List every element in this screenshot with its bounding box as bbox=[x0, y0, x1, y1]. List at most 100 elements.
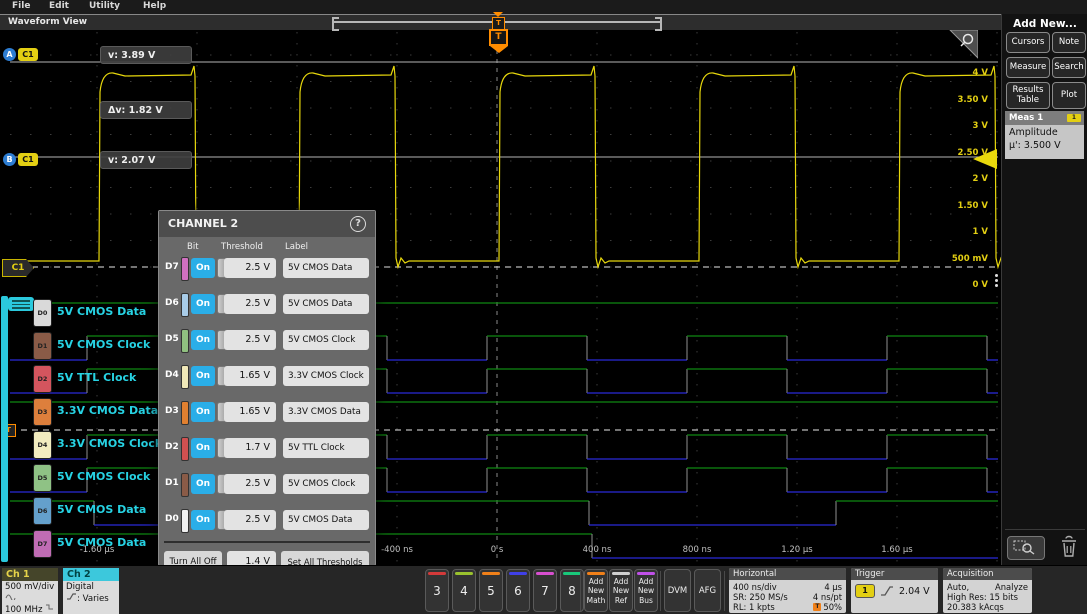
channel-7-button[interactable]: 7 bbox=[533, 569, 557, 612]
dialog-row-d2: D2 On 1.7 V 5V TTL Clock bbox=[159, 435, 375, 461]
bit-label-input[interactable]: 5V CMOS Data bbox=[283, 258, 369, 278]
channel-color-stripe bbox=[455, 572, 473, 575]
afg-button[interactable]: AFG bbox=[694, 569, 721, 612]
bit-on-button[interactable]: On bbox=[191, 330, 215, 350]
digital-bit-badge-d7[interactable]: D7 bbox=[33, 530, 52, 558]
add-new-search-button[interactable]: Search bbox=[1052, 57, 1086, 78]
digital-bit-badge-d1[interactable]: D1 bbox=[33, 332, 52, 360]
dialog-row-d6: D6On2.5 V5V CMOS Data bbox=[159, 291, 375, 317]
channel-3-button[interactable]: 3 bbox=[425, 569, 449, 612]
bit-label-input[interactable]: 3.3V CMOS Clock bbox=[283, 366, 369, 386]
bit-label-input[interactable]: 5V CMOS Data bbox=[283, 510, 369, 530]
channel-number: 7 bbox=[534, 584, 556, 598]
bit-on-button[interactable]: On bbox=[191, 258, 215, 278]
trash-button[interactable] bbox=[1057, 534, 1081, 560]
digital-channel-name-d1[interactable]: 5V CMOS Clock bbox=[57, 338, 150, 351]
menu-item-help[interactable]: Help bbox=[143, 1, 166, 11]
bit-threshold-input[interactable]: 1.65 V bbox=[224, 366, 276, 386]
bit-on-button[interactable]: On bbox=[191, 402, 215, 422]
bit-label-input[interactable]: 5V CMOS Data bbox=[283, 294, 369, 314]
channel-4-button[interactable]: 4 bbox=[452, 569, 476, 612]
cursor-b-channel-badge[interactable]: C1 bbox=[18, 153, 38, 166]
ch1-badge[interactable]: Ch 1 500 mV/div 100 MHz bbox=[2, 568, 58, 614]
bit-label-input[interactable]: 3.3V CMOS Data bbox=[283, 402, 369, 422]
digital-bit-badge-d0[interactable]: D0 bbox=[33, 299, 52, 327]
dialog-row-d1: D1On2.5 V5V CMOS Clock bbox=[159, 471, 375, 497]
digital-group-handle[interactable] bbox=[8, 297, 34, 311]
add-new-bus-button[interactable]: Add New Bus bbox=[634, 569, 658, 612]
bit-threshold-input[interactable]: 1.65 V bbox=[224, 402, 276, 422]
cursor-a-channel-badge[interactable]: C1 bbox=[18, 48, 38, 61]
add-new-math-button[interactable]: Add New Math bbox=[584, 569, 608, 612]
zoom-corner-icon[interactable] bbox=[948, 30, 978, 60]
menu-item-edit[interactable]: Edit bbox=[49, 1, 69, 11]
cursor-b-badge[interactable]: B bbox=[3, 153, 16, 166]
cursor-delta-readout[interactable]: Δv: 1.82 V bbox=[100, 101, 192, 119]
meas1-body[interactable]: Amplitude µ': 3.500 V bbox=[1005, 125, 1084, 159]
trigger-panel[interactable]: Trigger 1 2.04 V bbox=[851, 568, 938, 613]
digital-bit-badge-d4[interactable]: D4 bbox=[33, 431, 52, 459]
digital-channel-name-d3[interactable]: 3.3V CMOS Data bbox=[57, 404, 158, 417]
trigger-flag-tip-icon bbox=[490, 46, 508, 53]
bit-on-button[interactable]: On bbox=[191, 438, 215, 458]
cursor-a-badge[interactable]: A bbox=[3, 48, 16, 61]
add-new-ref-button[interactable]: Add New Ref bbox=[609, 569, 633, 612]
bit-threshold-input[interactable]: 2.5 V bbox=[224, 510, 276, 530]
bit-label: D0 bbox=[165, 514, 179, 524]
digital-bit-badge-d6[interactable]: D6 bbox=[33, 497, 52, 525]
bit-on-button[interactable]: On bbox=[191, 366, 215, 386]
sidebar-divider bbox=[1005, 529, 1085, 530]
bit-label: D4 bbox=[165, 370, 179, 380]
digital-channel-name-d2[interactable]: 5V TTL Clock bbox=[57, 371, 136, 384]
meas1-header[interactable]: Meas 1 1 bbox=[1005, 111, 1084, 125]
y-axis-label: 2 V bbox=[938, 174, 988, 184]
horizontal-panel[interactable]: Horizontal 400 ns/div4 µsSR: 250 MS/s4 n… bbox=[729, 568, 846, 613]
digital-channel-name-d6[interactable]: 5V CMOS Data bbox=[57, 503, 146, 516]
bit-label-input[interactable]: 5V TTL Clock bbox=[283, 438, 369, 458]
digital-channel-name-d5[interactable]: 5V CMOS Clock bbox=[57, 470, 150, 483]
add-new-measure-button[interactable]: Measure bbox=[1006, 57, 1050, 78]
bit-threshold-input[interactable]: 1.7 V bbox=[224, 438, 276, 458]
dialog-row-d5: D5On2.5 V5V CMOS Clock bbox=[159, 327, 375, 353]
bit-threshold-input[interactable]: 2.5 V bbox=[224, 330, 276, 350]
bit-on-button[interactable]: On bbox=[191, 474, 215, 494]
add-new-plot-button[interactable]: Plot bbox=[1052, 82, 1086, 109]
view-splitter-handle[interactable] bbox=[993, 272, 999, 294]
ch2-threshold: : Varies bbox=[77, 594, 109, 604]
ch2-badge[interactable]: Ch 2 Digital : Varies bbox=[63, 568, 119, 614]
bit-label: D3 bbox=[165, 406, 179, 416]
add-new-results-table-button[interactable]: Results Table bbox=[1006, 82, 1050, 109]
digital-channel-name-d0[interactable]: 5V CMOS Data bbox=[57, 305, 146, 318]
bit-label-input[interactable]: 5V CMOS Clock bbox=[283, 474, 369, 494]
tab-waveform-view[interactable]: Waveform View bbox=[8, 17, 87, 27]
zoom-box-button[interactable] bbox=[1007, 536, 1045, 560]
horizontal-value2: 4 ns/pt bbox=[813, 592, 842, 602]
meas1-name: Amplitude bbox=[1009, 127, 1080, 140]
dvm-button[interactable]: DVM bbox=[664, 569, 691, 612]
digital-bit-badge-d2[interactable]: D2 bbox=[33, 365, 52, 393]
bit-on-button[interactable]: On bbox=[191, 294, 215, 314]
digital-bit-badge-d3[interactable]: D3 bbox=[33, 398, 52, 426]
y-axis-label: 4 V bbox=[938, 68, 988, 78]
menu-item-utility[interactable]: Utility bbox=[89, 1, 120, 11]
trigger-flag-icon[interactable]: T bbox=[489, 29, 508, 46]
digital-bit-badge-d5[interactable]: D5 bbox=[33, 464, 52, 492]
horizontal-value2: T50% bbox=[813, 602, 842, 612]
channel-5-button[interactable]: 5 bbox=[479, 569, 503, 612]
bit-label-input[interactable]: 5V CMOS Clock bbox=[283, 330, 369, 350]
cursor-b-readout[interactable]: v: 2.07 V bbox=[100, 151, 192, 169]
cursor-a-readout[interactable]: v: 3.89 V bbox=[100, 46, 192, 64]
channel-6-button[interactable]: 6 bbox=[506, 569, 530, 612]
bit-threshold-input[interactable]: 2.5 V bbox=[224, 294, 276, 314]
bit-threshold-input[interactable]: 2.5 V bbox=[224, 258, 276, 278]
menu-item-file[interactable]: File bbox=[12, 1, 30, 11]
bit-threshold-input[interactable]: 2.5 V bbox=[224, 474, 276, 494]
bit-on-button[interactable]: On bbox=[191, 510, 215, 530]
help-icon[interactable]: ? bbox=[350, 216, 366, 232]
add-new-cursors-button[interactable]: Cursors bbox=[1006, 32, 1050, 53]
add-new-note-button[interactable]: Note bbox=[1052, 32, 1086, 53]
digital-channel-name-d4[interactable]: 3.3V CMOS Clock bbox=[57, 437, 162, 450]
acquisition-panel[interactable]: Acquisition Auto, Analyze High Res: 15 b… bbox=[943, 568, 1032, 613]
ch1-scale: 500 mV/div bbox=[5, 582, 55, 592]
bit-label: D2 bbox=[165, 442, 179, 452]
